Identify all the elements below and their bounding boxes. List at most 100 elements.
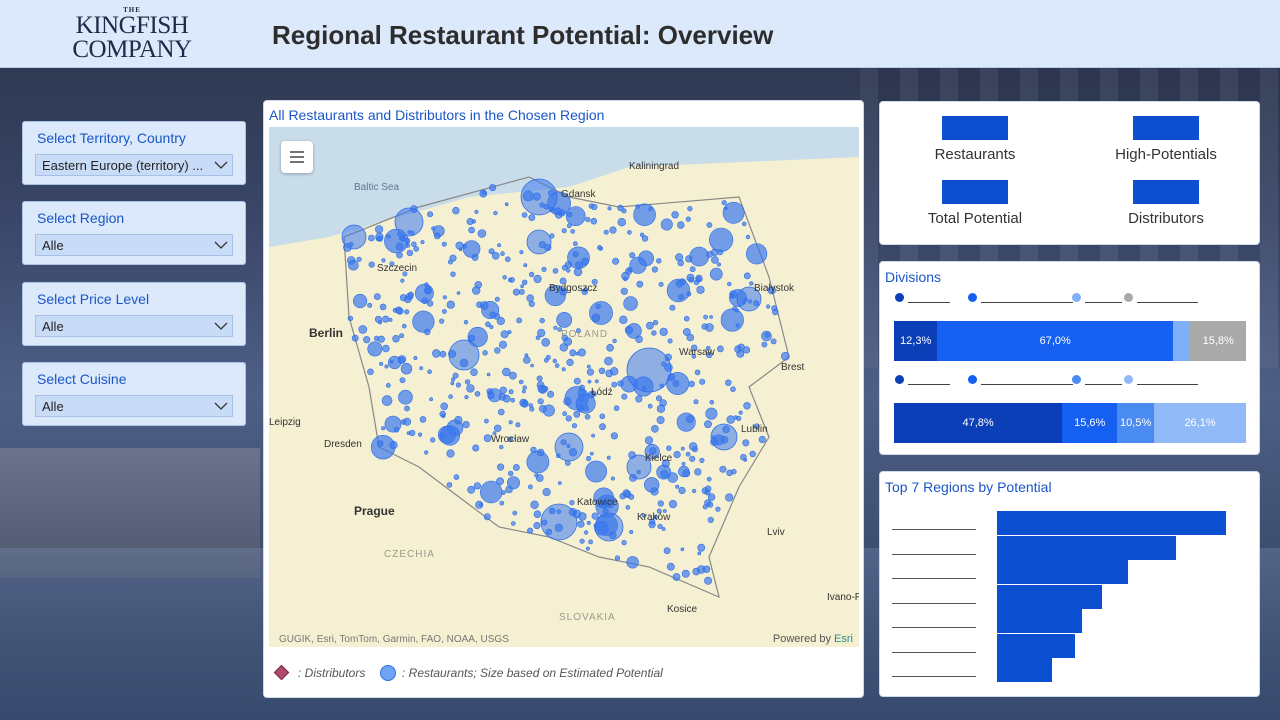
restaurant-dot[interactable] — [535, 335, 541, 341]
division-legend-item[interactable] — [1072, 374, 1123, 386]
restaurant-dot[interactable] — [474, 209, 479, 214]
restaurant-dot[interactable] — [468, 334, 475, 342]
map-powered-by[interactable]: Powered by Esri — [773, 633, 853, 645]
restaurant-dot[interactable] — [681, 461, 686, 466]
restaurant-dot[interactable] — [589, 451, 594, 456]
restaurant-dot[interactable] — [553, 325, 558, 330]
restaurant-dot[interactable] — [706, 251, 713, 258]
restaurant-dot[interactable] — [522, 279, 528, 286]
region-bar[interactable] — [997, 609, 1082, 633]
top-region-row[interactable] — [892, 609, 1242, 633]
restaurant-dot[interactable] — [452, 372, 459, 379]
restaurant-dot[interactable] — [589, 301, 613, 325]
restaurant-dot[interactable] — [707, 501, 714, 508]
restaurant-dot[interactable] — [413, 356, 418, 361]
restaurant-dot[interactable] — [635, 204, 640, 209]
restaurant-dot[interactable] — [530, 363, 534, 368]
restaurant-dot[interactable] — [498, 408, 505, 416]
restaurant-dot[interactable] — [441, 309, 447, 314]
restaurant-dot[interactable] — [606, 455, 611, 460]
restaurant-dot[interactable] — [515, 422, 521, 428]
restaurant-dot[interactable] — [655, 395, 662, 402]
restaurant-dot[interactable] — [692, 488, 697, 494]
restaurant-dot[interactable] — [758, 435, 766, 444]
restaurant-dot[interactable] — [738, 410, 743, 415]
territory-select[interactable]: Eastern Europe (territory) ... — [35, 154, 233, 176]
restaurant-dot[interactable] — [572, 241, 578, 247]
restaurant-dot[interactable] — [398, 389, 413, 405]
division-legend-item[interactable] — [968, 292, 1074, 304]
restaurant-dot[interactable] — [455, 382, 461, 388]
map-canvas[interactable]: Kaliningrad Baltic Sea Gdansk Szczecin Bydgo… — [269, 127, 859, 647]
kingfish-logo[interactable]: THE KINGFISH COMPANY — [62, 6, 202, 64]
restaurant-dot[interactable] — [530, 500, 539, 509]
restaurant-dot[interactable] — [636, 280, 644, 288]
restaurant-dot[interactable] — [379, 303, 387, 311]
restaurant-dot[interactable] — [379, 361, 384, 366]
restaurant-dot[interactable] — [626, 347, 672, 393]
restaurant-dot[interactable] — [742, 439, 750, 447]
restaurant-dot[interactable] — [424, 282, 429, 287]
restaurant-dot[interactable] — [567, 211, 573, 218]
restaurant-dot[interactable] — [629, 529, 634, 534]
restaurant-dot[interactable] — [432, 349, 441, 358]
restaurant-dot[interactable] — [516, 317, 522, 324]
bar1-segment[interactable]: 12,3% — [894, 321, 938, 361]
restaurant-dot[interactable] — [647, 403, 653, 409]
region-bar[interactable] — [997, 658, 1052, 682]
restaurant-dot[interactable] — [446, 300, 455, 309]
restaurant-dot[interactable] — [699, 378, 706, 385]
restaurant-dot[interactable] — [419, 366, 424, 371]
restaurant-dot[interactable] — [621, 540, 627, 546]
restaurant-dot[interactable] — [656, 258, 662, 264]
restaurant-dot[interactable] — [629, 256, 647, 274]
restaurant-dot[interactable] — [352, 293, 368, 309]
restaurant-dot[interactable] — [736, 415, 742, 422]
region-bar[interactable] — [997, 560, 1128, 584]
restaurant-dot[interactable] — [572, 251, 579, 258]
restaurant-dot[interactable] — [591, 203, 598, 211]
divisions-bar-2[interactable]: 47,8% 15,6% 10,5% 26,1% — [894, 403, 1246, 443]
restaurant-dot[interactable] — [367, 368, 374, 376]
restaurant-dot[interactable] — [414, 283, 434, 303]
restaurant-dot[interactable] — [404, 295, 412, 304]
restaurant-dot[interactable] — [569, 349, 577, 357]
restaurant-dot[interactable] — [497, 463, 505, 471]
restaurant-dot[interactable] — [623, 276, 628, 282]
restaurant-dot[interactable] — [761, 341, 768, 348]
restaurant-dot[interactable] — [538, 404, 547, 413]
restaurant-dot[interactable] — [441, 241, 447, 247]
restaurant-dot[interactable] — [448, 339, 480, 371]
restaurant-dot[interactable] — [697, 551, 702, 556]
restaurant-dot[interactable] — [604, 356, 613, 366]
restaurant-dot[interactable] — [709, 315, 713, 319]
restaurant-dot[interactable] — [583, 530, 589, 535]
restaurant-dot[interactable] — [482, 350, 488, 356]
restaurant-dot[interactable] — [404, 405, 410, 412]
restaurant-dot[interactable] — [464, 395, 469, 400]
restaurant-dot[interactable] — [487, 391, 495, 399]
restaurant-dot[interactable] — [621, 393, 628, 400]
restaurant-dot[interactable] — [749, 450, 756, 458]
restaurant-dot[interactable] — [678, 486, 686, 495]
restaurant-dot[interactable] — [730, 386, 736, 393]
restaurant-dot[interactable] — [373, 293, 381, 300]
restaurant-dot[interactable] — [508, 470, 514, 477]
restaurant-dot[interactable] — [644, 436, 654, 445]
restaurant-dot[interactable] — [591, 433, 596, 438]
restaurant-dot[interactable] — [427, 211, 434, 218]
restaurant-dot[interactable] — [701, 323, 708, 330]
restaurant-dot[interactable] — [433, 232, 441, 240]
restaurant-dot[interactable] — [512, 464, 520, 471]
restaurant-dot[interactable] — [657, 523, 663, 529]
restaurant-dot[interactable] — [382, 315, 390, 323]
restaurant-dot[interactable] — [507, 330, 512, 335]
restaurant-dot[interactable] — [510, 397, 515, 403]
restaurant-dot[interactable] — [528, 271, 535, 278]
restaurant-dot[interactable] — [539, 317, 545, 324]
restaurant-dot[interactable] — [472, 286, 481, 295]
top-region-row[interactable] — [892, 560, 1242, 584]
restaurant-dot[interactable] — [424, 328, 431, 336]
restaurant-dot[interactable] — [687, 205, 693, 212]
restaurant-dot[interactable] — [667, 472, 679, 483]
